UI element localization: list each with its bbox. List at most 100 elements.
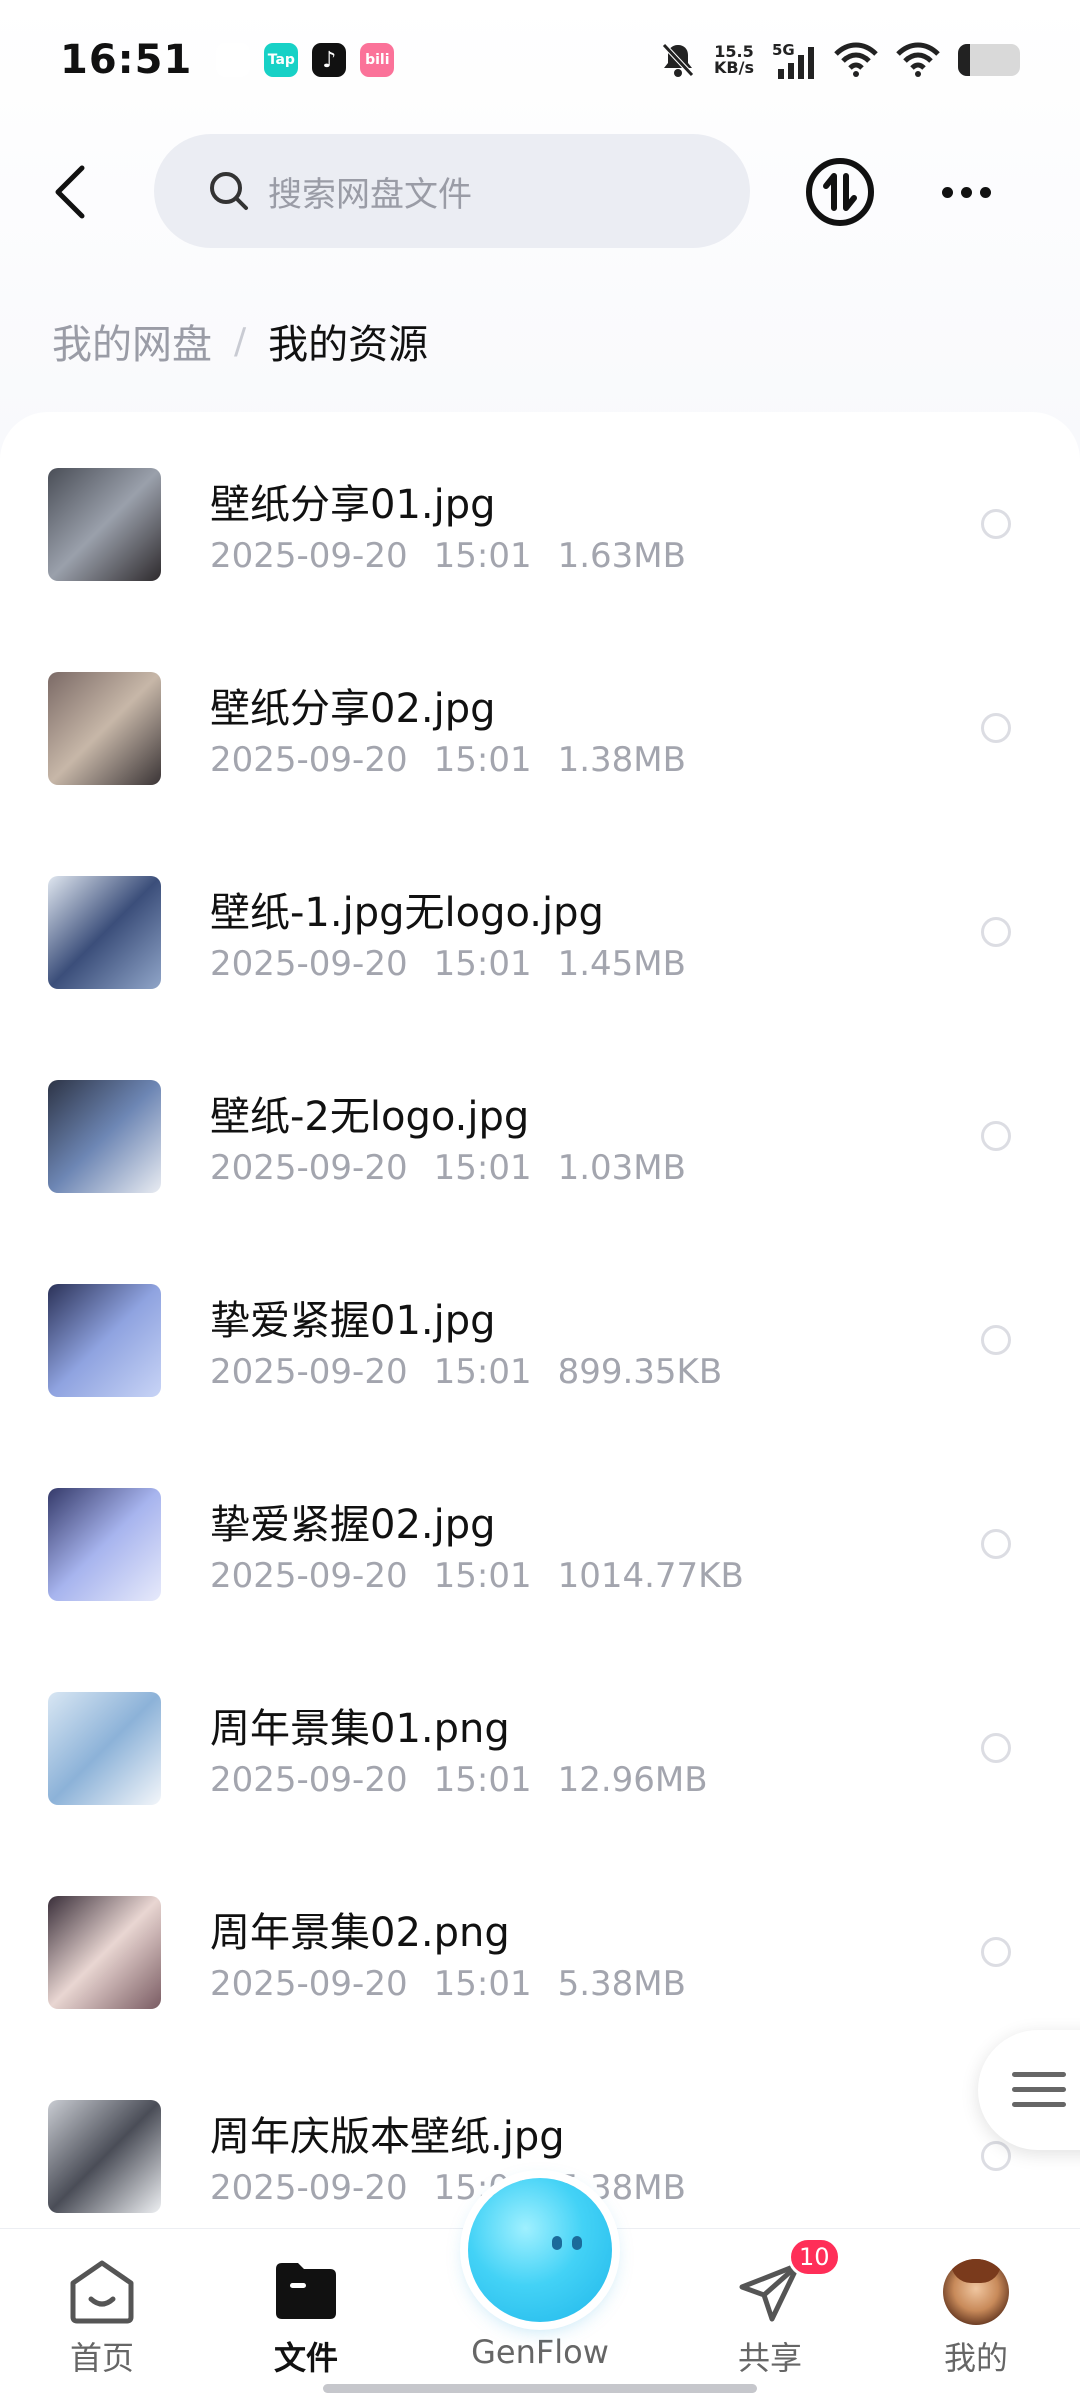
taptap-icon: Tap [264, 43, 299, 77]
file-name: 挚爱紧握02.jpg [210, 1502, 496, 1548]
wifi-icon-secondary [896, 42, 940, 77]
file-meta: 2025-09-20 15:01 899.35KB [210, 1352, 722, 1392]
nav-label-home: 首页 [69, 2339, 134, 2377]
file-time: 15:01 [433, 1556, 532, 1596]
file-size: 899.35KB [557, 1352, 723, 1392]
transfer-button[interactable] [804, 156, 876, 228]
file-meta: 2025-09-20 15:01 1014.77KB [210, 1556, 744, 1596]
nav-item-share[interactable]: 10 共享 [690, 2229, 850, 2400]
select-radio[interactable] [981, 1325, 1011, 1355]
file-time: 15:01 [433, 536, 532, 576]
hamburger-icon [1012, 2072, 1066, 2107]
nav-label-profile: 我的 [943, 2339, 1008, 2377]
file-name: 周年景集01.png [210, 1706, 510, 1752]
status-bar: 16:51 Tap ♪ bili 15.5 KB/s 5G [0, 0, 1080, 120]
tiktok-icon: ♪ [312, 43, 347, 77]
more-dot-icon [960, 186, 972, 198]
file-date: 2025-09-20 [210, 1556, 408, 1596]
search-placeholder: 搜索网盘文件 [268, 174, 472, 215]
select-radio[interactable] [981, 1121, 1011, 1151]
file-size: 5.38MB [557, 1964, 686, 2004]
breadcrumb: 我的网盘 / 我的资源 [52, 312, 428, 370]
file-size: 1014.77KB [557, 1556, 744, 1596]
cellular-signal: 5G [772, 41, 816, 79]
file-date: 2025-09-20 [210, 740, 408, 780]
nav-item-files[interactable]: 文件 [226, 2229, 386, 2400]
file-thumbnail [48, 1080, 161, 1193]
file-date: 2025-09-20 [210, 1964, 408, 2004]
file-row[interactable]: 壁纸分享01.jpg 2025-09-20 15:01 1.63MB [0, 412, 1080, 616]
file-date: 2025-09-20 [210, 2168, 408, 2208]
file-row[interactable]: 壁纸分享02.jpg 2025-09-20 15:01 1.38MB [0, 616, 1080, 820]
file-row[interactable]: 壁纸-2无logo.jpg 2025-09-20 15:01 1.03MB [0, 1024, 1080, 1228]
breadcrumb-parent[interactable]: 我的网盘 [52, 312, 212, 370]
transfer-arrows-icon [806, 158, 874, 226]
header: 搜索网盘文件 [0, 134, 1080, 250]
mute-bell-icon [662, 43, 694, 77]
select-radio[interactable] [981, 1529, 1011, 1559]
file-row[interactable]: 挚爱紧握02.jpg 2025-09-20 15:01 1014.77KB [0, 1432, 1080, 1636]
file-thumbnail [48, 1896, 161, 2009]
nav-item-profile[interactable]: 我的 [896, 2229, 1056, 2400]
app-screen: 16:51 Tap ♪ bili 15.5 KB/s 5G 搜索网盘文件 我的网… [0, 0, 1080, 2400]
file-size: 1.03MB [557, 1148, 686, 1188]
file-row[interactable]: 周年景集01.png 2025-09-20 15:01 12.96MB [0, 1636, 1080, 1840]
file-thumbnail [48, 2100, 161, 2213]
file-date: 2025-09-20 [210, 1760, 408, 1800]
nav-label-genflow: GenFlow [471, 2333, 609, 2371]
file-thumbnail [48, 876, 161, 989]
more-dot-icon [979, 186, 991, 198]
file-time: 15:01 [433, 1760, 532, 1800]
file-date: 2025-09-20 [210, 536, 408, 576]
select-radio[interactable] [981, 1937, 1011, 1967]
file-name: 周年庆版本壁纸.jpg [210, 2114, 565, 2160]
chevron-left-icon [55, 165, 85, 219]
file-thumbnail [48, 1488, 161, 1601]
file-row[interactable]: 周年景集02.png 2025-09-20 15:01 5.38MB [0, 1840, 1080, 2044]
more-options-button[interactable] [930, 156, 1002, 228]
file-size: 12.96MB [557, 1760, 708, 1800]
file-name: 壁纸分享02.jpg [210, 686, 496, 732]
folder-icon [276, 2263, 336, 2319]
search-input[interactable]: 搜索网盘文件 [154, 134, 750, 248]
search-icon [210, 172, 248, 210]
file-size: 1.38MB [557, 740, 686, 780]
file-name: 壁纸-1.jpg无logo.jpg [210, 890, 604, 936]
nav-item-home[interactable]: 首页 [22, 2229, 182, 2400]
notification-app-icons: Tap ♪ bili [216, 43, 395, 77]
file-time: 15:01 [433, 1964, 532, 2004]
file-thumbnail [48, 1692, 161, 1805]
file-time: 15:01 [433, 1148, 532, 1188]
file-list: 壁纸分享01.jpg 2025-09-20 15:01 1.63MB 壁纸分享02.jp… [0, 412, 1080, 2232]
file-date: 2025-09-20 [210, 1148, 408, 1188]
network-speed: 15.5 KB/s [714, 44, 754, 76]
select-radio[interactable] [981, 713, 1011, 743]
genflow-eye-right [572, 2236, 582, 2250]
network-speed-unit: KB/s [714, 58, 754, 77]
file-time: 15:01 [433, 1352, 532, 1392]
file-name: 壁纸分享01.jpg [210, 482, 496, 528]
genflow-icon[interactable] [468, 2178, 612, 2322]
breadcrumb-current: 我的资源 [268, 322, 429, 368]
select-radio[interactable] [981, 917, 1011, 947]
select-radio[interactable] [981, 2141, 1011, 2171]
file-time: 15:01 [433, 944, 532, 984]
select-radio[interactable] [981, 1733, 1011, 1763]
file-date: 2025-09-20 [210, 944, 408, 984]
file-row[interactable]: 壁纸-1.jpg无logo.jpg 2025-09-20 15:01 1.45MB [0, 820, 1080, 1024]
home-icon [70, 2260, 134, 2324]
home-indicator[interactable] [323, 2384, 757, 2393]
file-row[interactable]: 挚爱紧握01.jpg 2025-09-20 15:01 899.35KB [0, 1228, 1080, 1432]
signal-bars-icon [778, 47, 814, 79]
select-radio[interactable] [981, 509, 1011, 539]
file-name: 壁纸-2无logo.jpg [210, 1094, 530, 1140]
more-dot-icon [941, 186, 953, 198]
file-meta: 2025-09-20 15:01 1.63MB [210, 536, 686, 576]
file-meta: 2025-09-20 15:01 1.03MB [210, 1148, 686, 1188]
genflow-eye-left [552, 2236, 562, 2250]
status-indicators: 15.5 KB/s 5G [660, 41, 1020, 79]
wifi-icon [834, 42, 878, 77]
file-meta: 2025-09-20 15:01 1.38MB [210, 740, 686, 780]
battery-icon [958, 44, 1020, 76]
back-button[interactable] [36, 158, 104, 226]
